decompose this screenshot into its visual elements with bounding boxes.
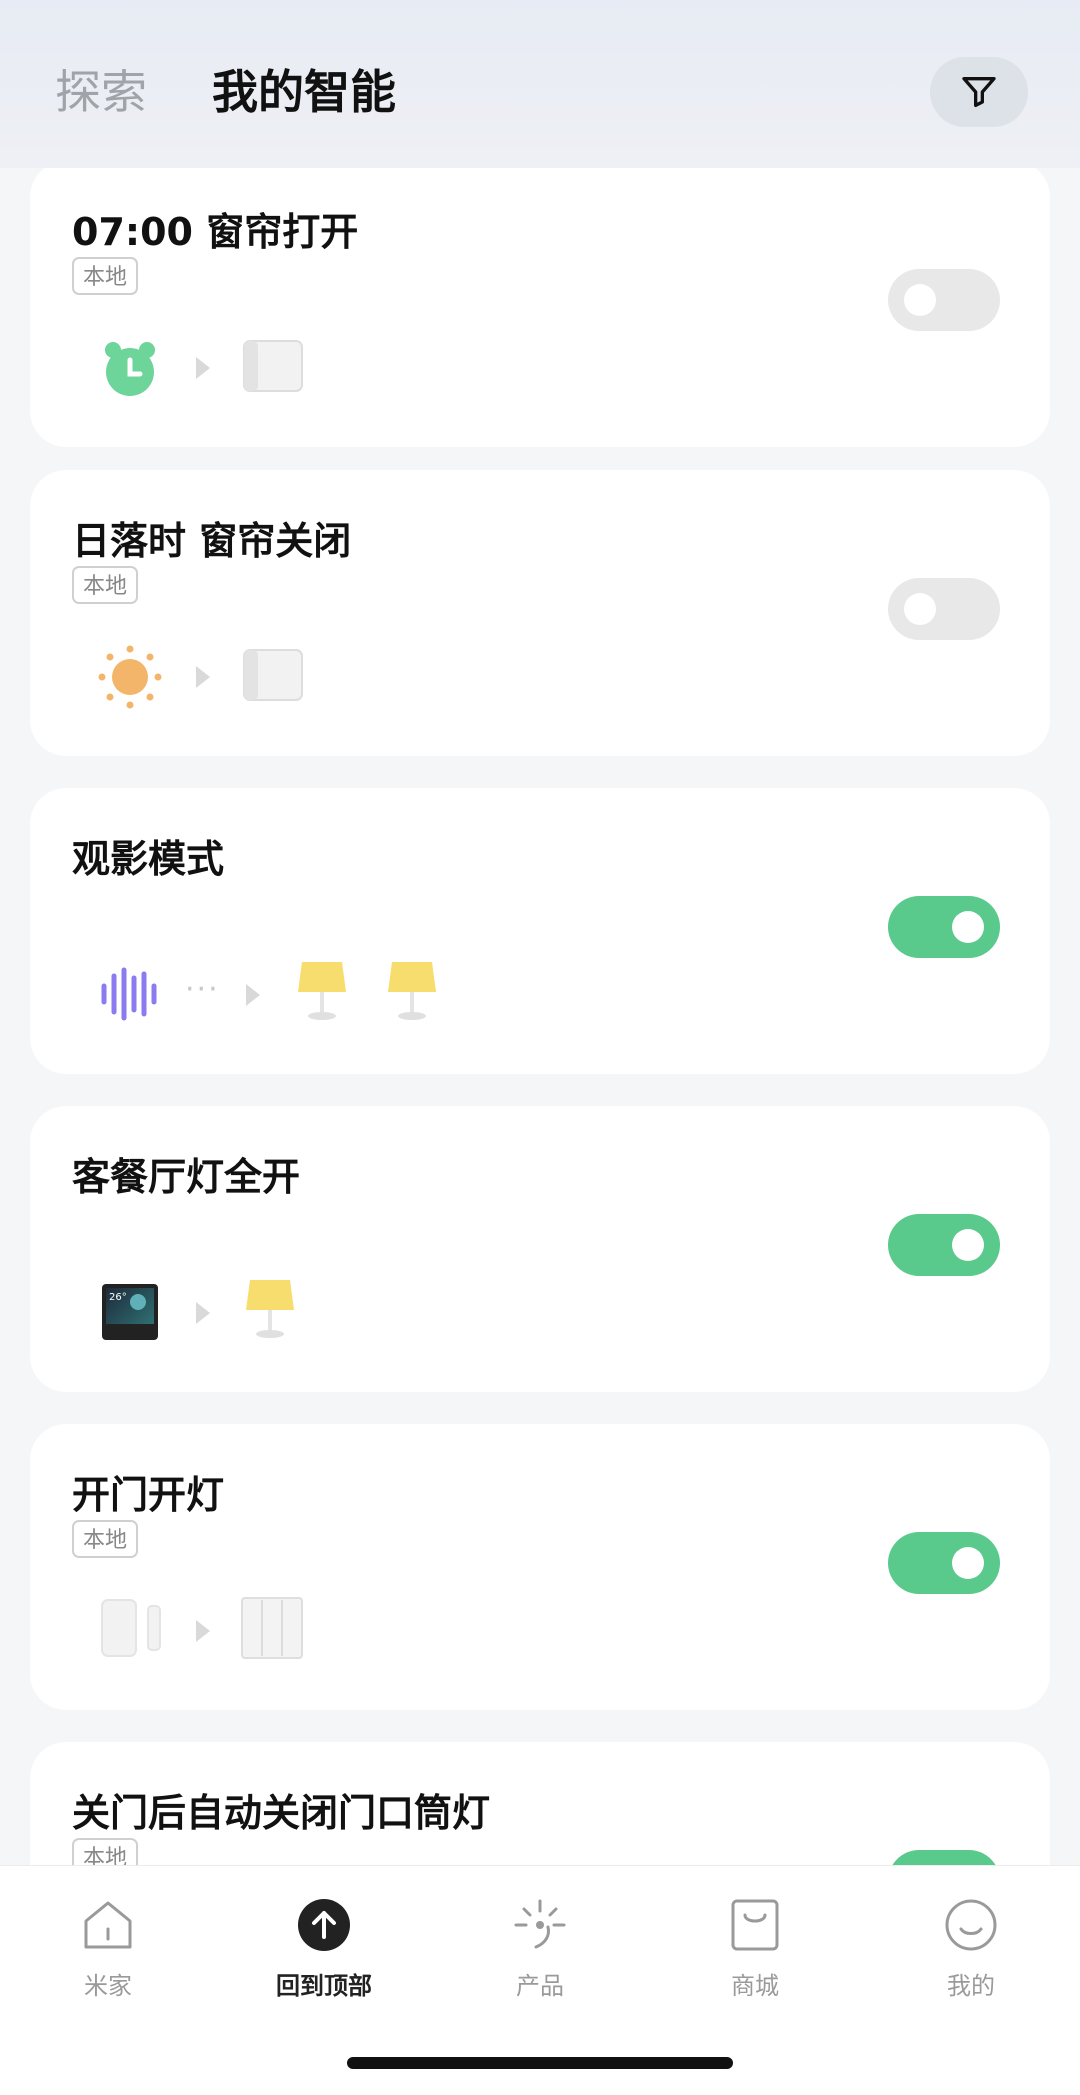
filter-button[interactable] [930, 57, 1028, 127]
curtain-motor-icon [243, 649, 303, 701]
nav-label: 我的 [947, 1972, 995, 2000]
scene-flow: ··· [70, 956, 670, 1026]
scene-flow: 26° [70, 1274, 670, 1344]
voice-wave-icon [101, 967, 157, 1021]
wall-switch-icon [241, 1597, 303, 1659]
nav-label: 商城 [731, 1972, 779, 2000]
flow-arrow-icon [246, 984, 260, 1006]
tab-explore[interactable]: 探索 [55, 62, 147, 122]
smile-icon [945, 1899, 997, 1951]
local-badge: 本地 [72, 1838, 139, 1865]
scene-toggle[interactable] [888, 896, 1000, 958]
nav-store[interactable]: 商城 [675, 1890, 835, 2001]
sun-icon [98, 645, 162, 709]
flow-arrow-icon [196, 1620, 210, 1642]
toggle-knob [952, 1229, 984, 1261]
smart-panel-icon: 26° [102, 1284, 158, 1340]
scene-card[interactable]: 关门后自动关闭门口筒灯 本地 [30, 1742, 1050, 1865]
flow-arrow-icon [196, 357, 210, 379]
tab-my-smart[interactable]: 我的智能 [212, 62, 396, 122]
scene-title: 关门后自动关闭门口筒灯 [72, 1791, 491, 1835]
scene-card[interactable]: 客餐厅灯全开 26° [30, 1106, 1050, 1392]
table-lamp-icon [298, 962, 346, 1020]
scene-toggle[interactable] [888, 269, 1000, 331]
filter-icon [962, 77, 996, 108]
scene-card[interactable]: 日落时 窗帘关闭 本地 [30, 470, 1050, 756]
scene-list[interactable]: 07:00 窗帘打开 本地 日落时 窗帘关闭 本地 观影模式 ··· 客餐厅灯全… [0, 168, 1080, 1865]
nav-profile[interactable]: 我的 [891, 1890, 1051, 2001]
local-badge: 本地 [72, 1520, 139, 1558]
nav-products[interactable]: 产品 [460, 1890, 620, 2001]
home-icon [84, 1901, 132, 1949]
nav-home[interactable]: 米家 [28, 1890, 188, 2001]
table-lamp-icon [388, 962, 436, 1020]
scene-title: 日落时 窗帘关闭 [72, 519, 352, 563]
scene-toggle[interactable] [888, 578, 1000, 640]
toggle-knob [952, 911, 984, 943]
flow-arrow-icon [196, 666, 210, 688]
table-lamp-icon [246, 1280, 294, 1338]
more-dots: ··· [185, 972, 220, 1007]
nav-label: 产品 [516, 1972, 564, 2000]
sparkle-icon [514, 1899, 566, 1949]
flow-arrow-icon [196, 1302, 210, 1324]
scene-flow [70, 1592, 670, 1662]
scene-card[interactable]: 开门开灯 本地 [30, 1424, 1050, 1710]
alarm-clock-icon [105, 342, 155, 396]
home-indicator[interactable] [347, 2057, 733, 2069]
scene-title: 07:00 窗帘打开 [72, 210, 359, 254]
local-badge: 本地 [72, 257, 139, 295]
toggle-knob [904, 284, 936, 316]
nav-label: 回到顶部 [276, 1972, 372, 2000]
scene-toggle[interactable] [888, 1850, 1000, 1865]
door-sensor-icon [101, 1599, 161, 1657]
scene-card[interactable]: 观影模式 ··· [30, 788, 1050, 1074]
nav-label: 米家 [84, 1972, 132, 2000]
scene-toggle[interactable] [888, 1532, 1000, 1594]
toggle-knob [904, 593, 936, 625]
local-badge: 本地 [72, 566, 139, 604]
scene-card[interactable]: 07:00 窗帘打开 本地 [30, 168, 1050, 447]
toggle-knob [952, 1547, 984, 1579]
scene-title: 开门开灯 [72, 1473, 225, 1517]
scene-title: 客餐厅灯全开 [72, 1155, 301, 1199]
scene-title: 观影模式 [72, 837, 225, 881]
scene-flow [70, 638, 670, 709]
nav-back-to-top[interactable]: 回到顶部 [244, 1890, 404, 2001]
panel-temperature: 26° [109, 1292, 127, 1303]
scene-flow [70, 329, 670, 399]
curtain-motor-icon [243, 340, 303, 392]
arrow-up-icon [298, 1899, 350, 1951]
shopping-bag-icon [731, 1899, 779, 1951]
header: 探索 我的智能 [0, 0, 1080, 168]
scene-toggle[interactable] [888, 1214, 1000, 1276]
